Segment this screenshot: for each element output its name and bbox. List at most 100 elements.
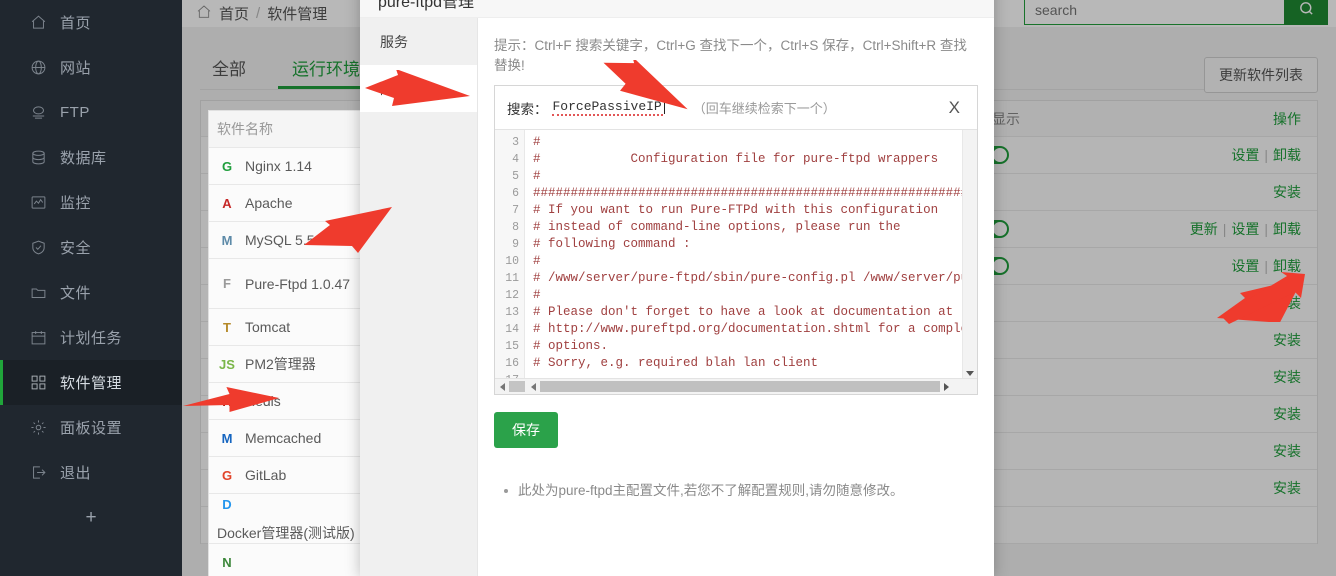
sidebar-item-label: 首页: [60, 15, 92, 32]
line-number: 16: [505, 357, 519, 370]
software-list-item[interactable]: M MySQL 5.5: [209, 222, 360, 259]
code-line: # /www/server/pure-ftpd/sbin/pure-config…: [533, 271, 962, 285]
sidebar-item-10[interactable]: 面板设置: [0, 405, 182, 450]
scroll-down-icon[interactable]: [966, 371, 974, 376]
sidebar-item-label: 监控: [60, 195, 92, 212]
line-number: 13: [505, 306, 519, 319]
code-content[interactable]: # # # Configuration file for pure-ftpd wr…: [525, 130, 962, 378]
node-icon: N: [222, 554, 232, 570]
find-input[interactable]: ForcePassiveIP: [551, 99, 665, 116]
sidebar-item-6[interactable]: 安全: [0, 225, 182, 270]
modal-tab-config[interactable]: 配置修改: [360, 65, 477, 112]
sidebar-item-1[interactable]: 首页: [0, 0, 182, 45]
scroll-left-icon-2[interactable]: [531, 382, 536, 391]
shortcut-hint: 提示：Ctrl+F 搜索关键字，Ctrl+G 查找下一个，Ctrl+S 保存，C…: [494, 38, 967, 73]
sidebar-item-9[interactable]: 软件管理: [0, 360, 182, 405]
mysql-icon: M: [221, 232, 233, 248]
code-line: # instead of command-line options, pleas…: [533, 220, 901, 234]
modal-tab-service[interactable]: 服务: [360, 18, 477, 65]
code-line: #: [533, 254, 541, 268]
line-number: 6: [512, 187, 519, 200]
software-list-header: 软件名称: [209, 111, 360, 148]
logout-icon: [28, 463, 48, 483]
software-list-item-label: Memcached: [245, 430, 322, 446]
software-list-item[interactable]: R Redis: [209, 383, 360, 420]
find-label: 搜索：: [507, 101, 548, 117]
sidebar-item-4[interactable]: 数据库: [0, 135, 182, 180]
software-list-item[interactable]: F Pure-Ftpd 1.0.47: [209, 259, 360, 309]
software-list-item[interactable]: A Apache: [209, 185, 360, 222]
line-number: 10: [505, 255, 519, 268]
line-number-gutter: 3456789101112131415161718: [495, 130, 525, 378]
software-list-item-label: Apache: [245, 195, 293, 211]
sidebar-item-label: 网站: [60, 60, 92, 77]
shield-icon: [28, 238, 48, 258]
docker-icon: D: [222, 497, 232, 512]
software-list-item-label: Tomcat: [245, 319, 291, 335]
software-list-item-label: Redis: [245, 393, 281, 409]
software-list-item[interactable]: D Docker管理器(测试版): [209, 494, 360, 544]
line-number: 12: [505, 289, 519, 302]
software-list-header-label: 软件名称: [217, 121, 273, 137]
sidebar-add-button[interactable]: +: [0, 495, 182, 541]
code-line: # #: [533, 169, 962, 183]
software-list-item-label: GitLab: [245, 467, 287, 483]
sidebar-item-11[interactable]: 退出: [0, 450, 182, 495]
sidebar-item-label: 面板设置: [60, 420, 123, 437]
software-list-item[interactable]: G Nginx 1.14: [209, 148, 360, 185]
sidebar-item-label: 文件: [60, 285, 92, 302]
close-icon[interactable]: X: [944, 98, 965, 118]
editor-vertical-scrollbar[interactable]: [962, 130, 977, 378]
code-line: # Configuration file for pure-ftpd wrapp…: [533, 152, 962, 166]
sidebar-item-7[interactable]: 文件: [0, 270, 182, 315]
save-button[interactable]: 保存: [494, 412, 558, 448]
monitor-icon: [28, 193, 48, 213]
sidebar-item-3[interactable]: FTP: [0, 90, 182, 135]
software-list-item[interactable]: G GitLab: [209, 457, 360, 494]
scrollbar-thumb[interactable]: [540, 381, 940, 392]
tomcat-icon: T: [223, 319, 231, 335]
editor-horizontal-scrollbar[interactable]: [495, 378, 977, 394]
gear-icon: [28, 418, 48, 438]
software-list-item-label: PM2管理器: [245, 356, 316, 372]
scroll-right-icon[interactable]: [944, 382, 949, 391]
sidebar-item-label: 软件管理: [60, 375, 123, 392]
modal-body: 服务 配置修改 提示：Ctrl+F 搜索关键字，Ctrl+G 查找下一个，Ctr…: [360, 18, 994, 576]
software-list-item[interactable]: N: [209, 544, 360, 576]
code-editor[interactable]: 3456789101112131415161718 # ## Configura…: [495, 130, 977, 378]
app-root: 首页 / 软件管理 更新软件列表 全部 运行环境: [0, 0, 1336, 576]
software-list-item[interactable]: JS PM2管理器: [209, 346, 360, 383]
modal-pane-config: 提示：Ctrl+F 搜索关键字，Ctrl+G 查找下一个，Ctrl+S 保存，C…: [478, 18, 994, 576]
code-line: # If you want to run Pure-FTPd with this…: [533, 203, 939, 217]
line-number: 8: [512, 221, 519, 234]
line-number: 11: [505, 272, 519, 285]
code-line: #: [533, 288, 541, 302]
globe-icon: [28, 58, 48, 78]
apache-icon: A: [222, 195, 232, 211]
scroll-left-icon[interactable]: [500, 382, 505, 391]
notes-list: 此处为pure-ftpd主配置文件,若您不了解配置规则,请勿随意修改。: [494, 480, 978, 502]
modal-tab-list: 服务 配置修改: [360, 18, 478, 576]
line-number: 5: [512, 170, 519, 183]
sidebar-item-2[interactable]: 网站: [0, 45, 182, 90]
code-line: # following command :: [533, 237, 691, 251]
sidebar-item-8[interactable]: 计划任务: [0, 315, 182, 360]
line-number: 7: [512, 204, 519, 217]
gitlab-icon: G: [221, 467, 233, 483]
line-number: 4: [512, 153, 519, 166]
pureftpd-icon: F: [223, 276, 231, 291]
code-line: # Sorry, e.g. required blah lan client: [533, 356, 819, 370]
sidebar-item-label: 数据库: [60, 150, 107, 167]
scrollbar-corner: [509, 381, 525, 392]
software-list-item-label: MySQL 5.5: [245, 232, 315, 248]
line-number: 9: [512, 238, 519, 251]
software-list-item[interactable]: M Memcached: [209, 420, 360, 457]
ftp-icon: [28, 103, 48, 123]
line-number: 15: [505, 340, 519, 353]
pm2-icon: JS: [219, 356, 235, 372]
pure-ftpd-modal: pure-ftpd管理 服务 配置修改 提示：Ctrl+F 搜索关键字，Ctrl…: [360, 0, 994, 576]
sidebar-item-5[interactable]: 监控: [0, 180, 182, 225]
note-item: 此处为pure-ftpd主配置文件,若您不了解配置规则,请勿随意修改。: [498, 480, 978, 502]
sidebar-item-label: 安全: [60, 240, 92, 257]
software-list-item[interactable]: T Tomcat: [209, 309, 360, 346]
